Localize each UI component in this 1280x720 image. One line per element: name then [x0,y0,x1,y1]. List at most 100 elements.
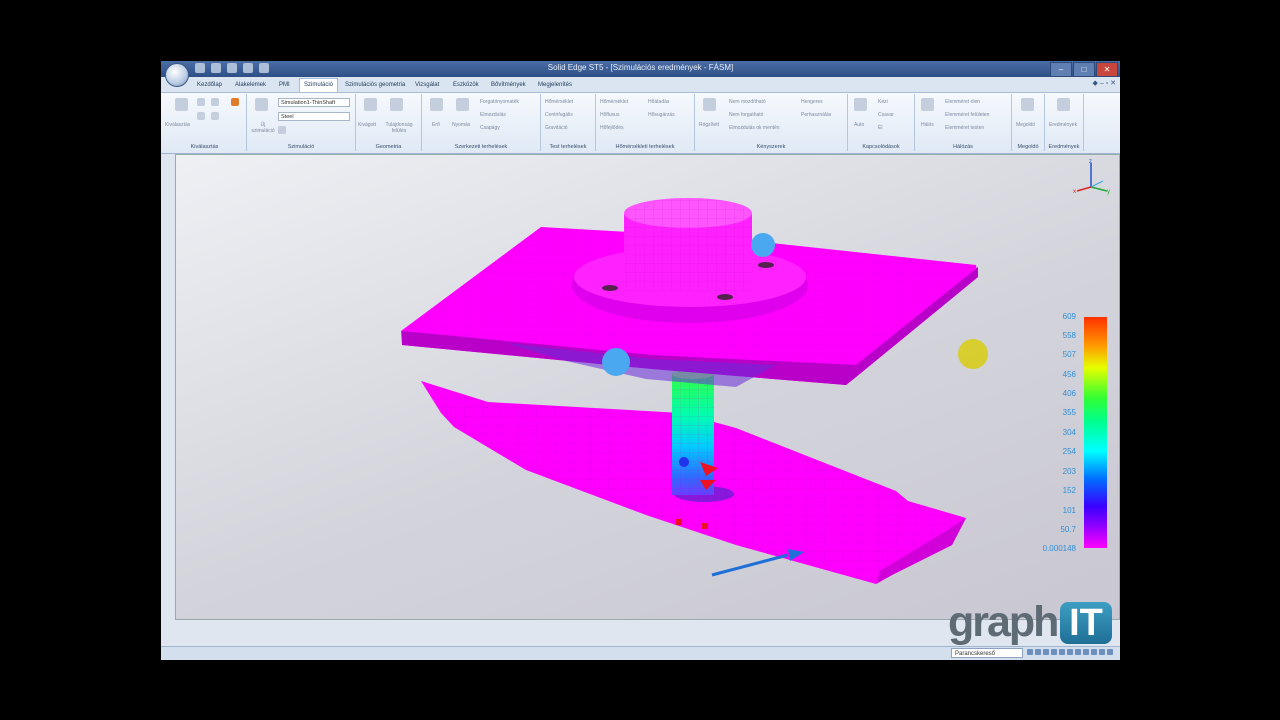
cylindrical-button[interactable]: Hengeres [801,99,823,105]
tab-kezdolap[interactable]: Kezdőlap [193,79,226,92]
group-test-terhelesek: Hőmérséklet Centrifugális Gravitáció Tes… [541,94,596,151]
gravity-button[interactable]: Gravitáció [545,125,568,131]
display-icon[interactable] [1083,649,1089,655]
legend-label: 456 [1062,370,1076,379]
axis-triad-icon: z x y [1073,159,1110,195]
pressure-icon[interactable] [456,98,469,111]
tab-eszkozok[interactable]: Eszközök [449,79,483,92]
tab-megjelenites[interactable]: Megjelenítés [534,79,576,92]
bolt-button[interactable]: Csavar [878,112,894,118]
help-icon[interactable] [1107,649,1113,655]
section-icon[interactable] [1091,649,1097,655]
temperature-button[interactable]: Hőmérséklet [545,99,573,105]
light-icon[interactable] [1099,649,1105,655]
tab-bovitmenyek[interactable]: Bővítmények [487,79,530,92]
thin-shaft [672,369,714,495]
zoom-icon[interactable] [1027,649,1033,655]
element-size-edge-button[interactable]: Elemméret élen [945,99,980,105]
minimize-button[interactable]: – [1050,62,1072,77]
group-label: Kényszerek [756,144,786,150]
close-button[interactable]: ✕ [1096,62,1118,77]
pan-icon[interactable] [1051,649,1057,655]
displacement-along-button[interactable]: Elmozdulás ok mentén [729,125,780,131]
group-homersekleti-terhelesek: Hőmérséklet Hőfluxus Hőfejlődés Hőátadás… [596,94,695,151]
lock-icon[interactable] [211,112,219,120]
manual-button[interactable]: Kézi [878,99,888,105]
mesh-button[interactable]: Hálós [921,122,934,128]
tab-alakelemek[interactable]: Alakelemek [231,79,270,92]
torque-button[interactable]: Forgatónyomaték [480,99,519,105]
legend-label: 203 [1062,467,1076,476]
heat-generation-button[interactable]: Hőfejlődés [600,125,624,131]
select-tool-icon[interactable] [197,112,205,120]
group-geometria: Kivágott Tulajdonság felülés Geometria [356,94,422,151]
no-rotation-button[interactable]: Nem forgatható [729,112,763,118]
heat-flux-button[interactable]: Hőfluxus [600,112,619,118]
surface-property-button[interactable]: Tulajdonság felülés [384,122,414,134]
displacement-button[interactable]: Elmozdulás [480,112,506,118]
legend-label: 304 [1062,428,1076,437]
material-select[interactable]: Steel [278,112,350,121]
fixed-button[interactable]: Rögzített [699,122,719,128]
select-tool-icon[interactable] [211,98,219,106]
cutout-button[interactable]: Kivágott [358,122,376,128]
graphics-viewport[interactable]: z x y [175,154,1120,620]
element-size-face-button[interactable]: Elemméret felületen [945,112,989,118]
legend-label: 558 [1062,331,1076,340]
mesh-icon[interactable] [921,98,934,111]
zoom-area-icon[interactable] [1035,649,1041,655]
tab-pmi[interactable]: PMI [275,79,294,92]
radiation-button[interactable]: Hősugárzás [648,112,675,118]
group-label: Kapcsolódások [862,144,900,150]
legend-label: 507 [1062,350,1076,359]
pressure-button[interactable]: Nyomás [452,122,470,128]
group-kenyszerek: Rögzített Nem mozdítható Nem forgatható … [695,94,848,151]
heat-transfer-button[interactable]: Hőátadás [648,99,669,105]
select-tool-icon[interactable] [231,98,239,106]
application-button[interactable] [165,63,189,87]
rotate-icon[interactable] [1059,649,1065,655]
upper-plate [401,198,978,387]
force-icon[interactable] [430,98,443,111]
centrifugal-button[interactable]: Centrifugális [545,112,573,118]
group-kapcsolodasok: Auto Kézi Csavar Él Kapcsolódások [848,94,915,151]
surface-property-icon[interactable] [390,98,403,111]
select-button[interactable]: Kiválasztás [165,122,190,128]
auto-connector-icon[interactable] [854,98,867,111]
group-eredmenyek: Eredmények Eredmények [1045,94,1084,151]
new-simulation-button[interactable]: Új szimuláció [249,122,277,134]
select-tool-icon[interactable] [197,98,205,106]
ribbon-tabs: Kezdőlap Alakelemek PMI Szimuláció Szimu… [161,77,1120,93]
element-size-body-button[interactable]: Elemméret testen [945,125,984,131]
help-icon[interactable]: ◆ – ▫ ✕ [1093,79,1116,87]
edge-button[interactable]: Él [878,125,882,131]
thermal-temperature-button[interactable]: Hőmérséklet [600,99,628,105]
results-button[interactable]: Eredmények [1049,122,1077,128]
pin-button[interactable]: Perhasználás [801,112,831,118]
view-triad[interactable]: z x y [1073,157,1113,197]
solve-button[interactable]: Megoldó [1016,122,1035,128]
tab-szimulacios-geometria[interactable]: Szimulációs geometria [341,79,409,92]
properties-icon[interactable] [278,126,286,134]
study-select[interactable]: Simulation1-ThinShaft [278,98,350,107]
view-orient-icon[interactable] [1067,649,1073,655]
auto-button[interactable]: Auto [854,122,864,128]
shading-icon[interactable] [1075,649,1081,655]
cutout-icon[interactable] [364,98,377,111]
fit-icon[interactable] [1043,649,1049,655]
select-arrow-icon[interactable] [175,98,188,111]
force-button[interactable]: Erő [432,122,440,128]
tab-vizsgalat[interactable]: Vizsgálat [411,79,443,92]
group-label: Szimuláció [287,144,315,150]
view-tools [1027,649,1113,655]
new-simulation-icon[interactable] [255,98,268,111]
fixed-constraint-icon[interactable] [703,98,716,111]
group-label: Megoldó [1017,144,1039,150]
maximize-button[interactable]: □ [1073,62,1095,77]
command-finder-input[interactable]: Parancskereső [951,648,1023,658]
bearing-button[interactable]: Csapágy [480,125,500,131]
tab-szimulacio[interactable]: Szimuláció [299,78,339,92]
results-icon[interactable] [1057,98,1070,111]
no-translation-button[interactable]: Nem mozdítható [729,99,766,105]
solve-icon[interactable] [1021,98,1034,111]
